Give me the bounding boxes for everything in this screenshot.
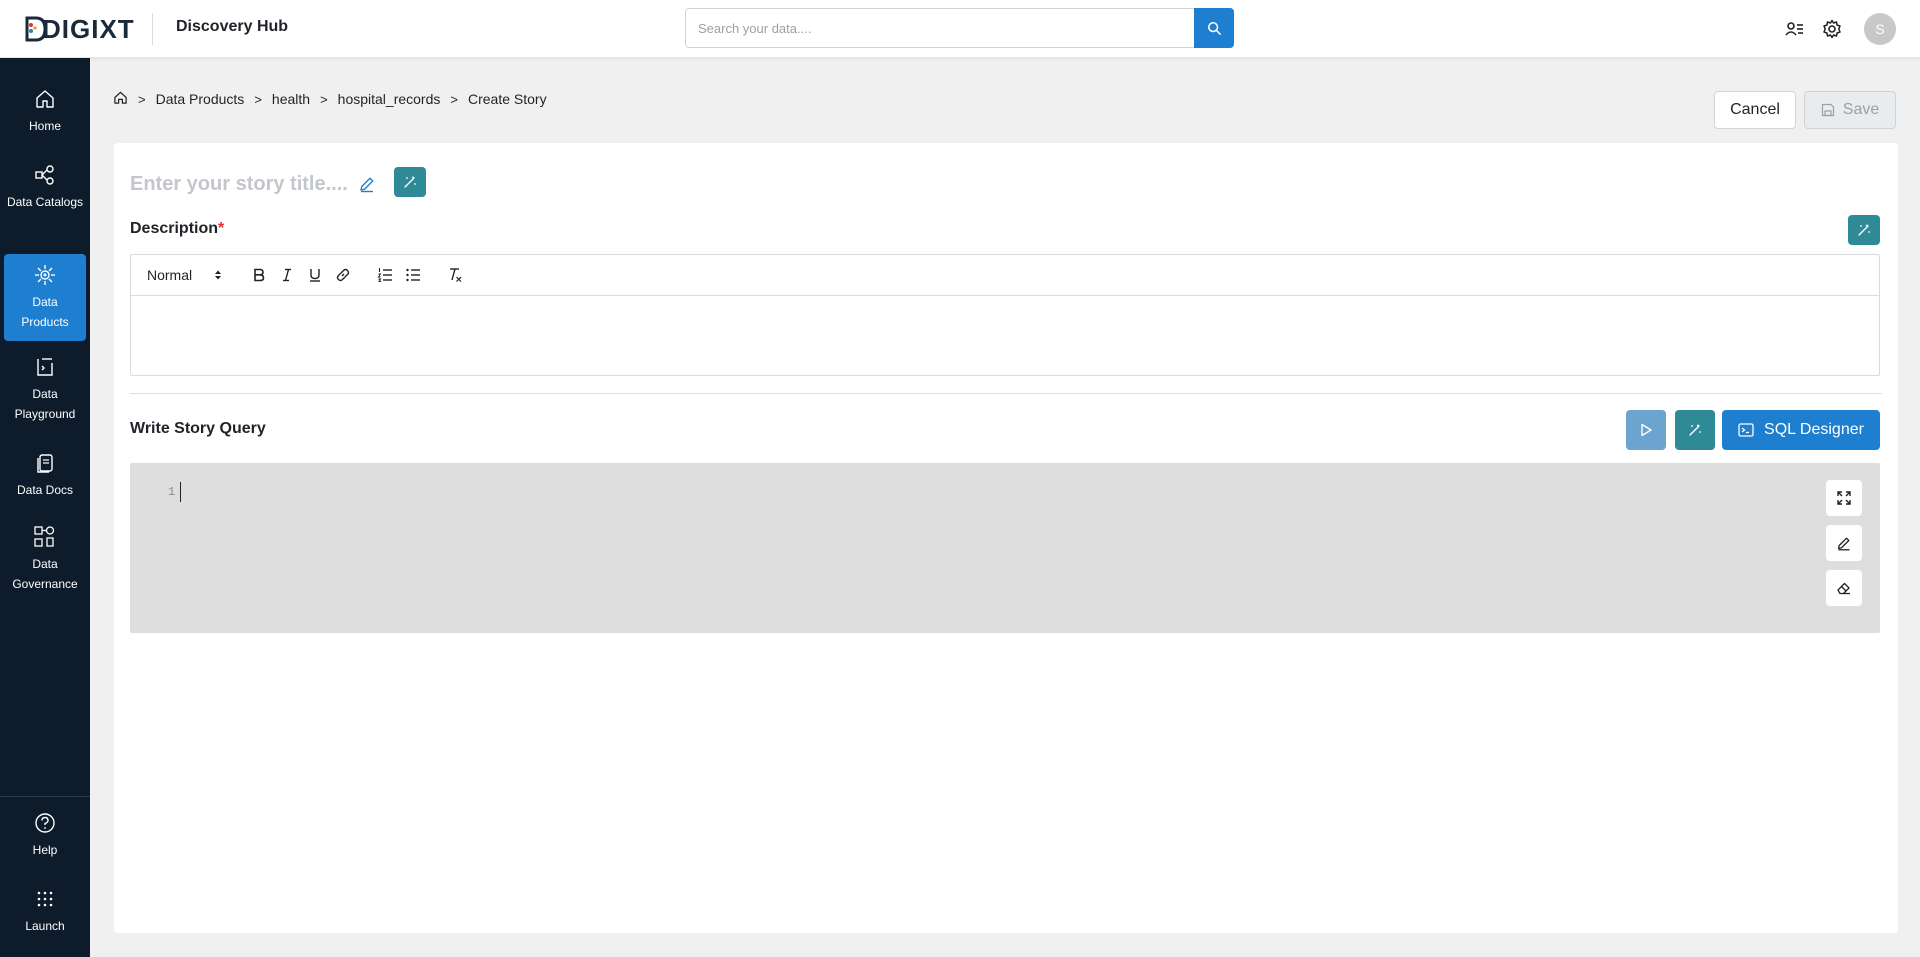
edit-pencil-icon[interactable] — [1826, 525, 1862, 561]
docs-icon — [32, 450, 58, 476]
editor-toolbar: Normal — [131, 255, 1879, 296]
breadcrumb-item[interactable]: health — [272, 91, 310, 107]
description-label-text: Description — [130, 220, 219, 237]
sql-designer-button[interactable]: SQL Designer — [1722, 410, 1880, 450]
playground-icon — [32, 354, 58, 380]
story-query-label: Write Story Query — [130, 420, 266, 437]
sidebar-item-data-products[interactable]: Data Products — [4, 254, 86, 341]
select-arrows-icon — [215, 270, 222, 280]
sidebar-item-label: Help — [32, 843, 58, 857]
save-button-label: Save — [1842, 101, 1880, 118]
description-label: Description* — [130, 220, 224, 238]
breadcrumb-separator: > — [138, 91, 146, 107]
magic-wand-icon — [404, 176, 416, 188]
avatar[interactable]: S — [1864, 13, 1896, 45]
ai-generate-query-button[interactable] — [1675, 410, 1715, 450]
sidebar-item-label: Launch — [25, 919, 65, 933]
search-button[interactable] — [1194, 8, 1234, 48]
required-marker: * — [218, 220, 225, 237]
sidebar-item-help[interactable]: Help — [4, 810, 86, 868]
search-icon — [1207, 21, 1221, 35]
search-box — [685, 8, 1234, 48]
section-divider — [130, 393, 1882, 394]
governance-icon — [32, 524, 58, 550]
description-text-area[interactable] — [131, 296, 1879, 375]
sql-code-editor[interactable]: 1 — [130, 463, 1880, 633]
ordered-list-icon[interactable] — [373, 263, 397, 287]
bold-icon[interactable] — [247, 263, 271, 287]
sql-designer-label: SQL Designer — [1764, 421, 1864, 438]
search-input[interactable] — [698, 9, 1178, 47]
run-query-button[interactable] — [1626, 410, 1666, 450]
sidebar: Home Data Catalogs Data Products Data Pl… — [0, 58, 90, 957]
text-format-value: Normal — [147, 267, 193, 283]
breadcrumb: > Data Products > health > hospital_reco… — [113, 90, 547, 108]
cancel-button[interactable]: Cancel — [1714, 91, 1796, 129]
app-title: Discovery Hub — [176, 18, 289, 35]
pencil-icon[interactable] — [356, 173, 378, 195]
expand-icon[interactable] — [1826, 480, 1862, 516]
products-icon — [32, 262, 58, 288]
text-cursor — [180, 482, 181, 502]
magic-wand-icon — [1858, 224, 1870, 236]
breadcrumb-item[interactable]: Data Products — [156, 91, 245, 107]
breadcrumb-home-icon[interactable] — [113, 90, 128, 108]
logo-mark-icon — [24, 16, 47, 42]
save-icon — [1821, 103, 1834, 117]
sidebar-item-label: Home — [28, 119, 61, 133]
breadcrumb-separator: > — [320, 91, 328, 107]
sidebar-item-label: Data Products — [21, 295, 69, 329]
logo-text: DIGIXT — [42, 13, 135, 44]
sidebar-item-data-governance[interactable]: Data Governance — [4, 524, 86, 602]
gear-icon[interactable] — [1820, 17, 1844, 41]
catalog-icon — [32, 162, 58, 188]
magic-wand-icon — [1689, 424, 1701, 436]
sidebar-item-data-catalogs[interactable]: Data Catalogs — [4, 162, 86, 240]
home-icon — [32, 86, 58, 112]
save-button[interactable]: Save — [1804, 91, 1896, 129]
link-icon[interactable] — [331, 263, 355, 287]
sidebar-item-label: Data Governance — [12, 557, 78, 591]
sidebar-item-home[interactable]: Home — [4, 86, 86, 144]
sidebar-item-data-playground[interactable]: Data Playground — [4, 354, 86, 432]
eraser-icon[interactable] — [1826, 570, 1862, 606]
description-editor: Normal — [130, 254, 1880, 376]
sidebar-item-label: Data Docs — [16, 483, 74, 497]
sidebar-item-label: Data Catalogs — [6, 195, 84, 209]
user-list-icon[interactable] — [1782, 17, 1806, 41]
story-title-input[interactable] — [130, 169, 350, 199]
help-icon — [32, 810, 58, 836]
story-card: Description* Normal Write Story Query — [114, 143, 1898, 933]
breadcrumb-separator: > — [254, 91, 262, 107]
sidebar-item-launch[interactable]: Launch — [4, 886, 86, 944]
sidebar-divider — [0, 796, 90, 797]
clear-format-icon[interactable] — [443, 263, 467, 287]
breadcrumb-current: Create Story — [467, 91, 547, 107]
header-divider — [152, 13, 153, 45]
sidebar-item-label: Data Playground — [14, 387, 76, 421]
ai-generate-description-button[interactable] — [1848, 215, 1880, 245]
top-bar: DIGIXT Discovery Hub S — [0, 0, 1920, 58]
line-number: 1 — [168, 485, 176, 499]
logo[interactable]: DIGIXT — [24, 14, 135, 44]
italic-icon[interactable] — [275, 263, 299, 287]
launch-grid-icon — [32, 886, 58, 912]
underline-icon[interactable] — [303, 263, 327, 287]
breadcrumb-separator: > — [450, 91, 458, 107]
play-icon — [1641, 423, 1652, 437]
sidebar-item-data-docs[interactable]: Data Docs — [4, 450, 86, 508]
header-actions: S — [1782, 13, 1896, 45]
terminal-icon — [1738, 423, 1754, 437]
text-format-select[interactable]: Normal — [147, 267, 247, 283]
breadcrumb-item[interactable]: hospital_records — [338, 91, 441, 107]
ai-generate-title-button[interactable] — [394, 167, 426, 197]
bullet-list-icon[interactable] — [401, 263, 425, 287]
